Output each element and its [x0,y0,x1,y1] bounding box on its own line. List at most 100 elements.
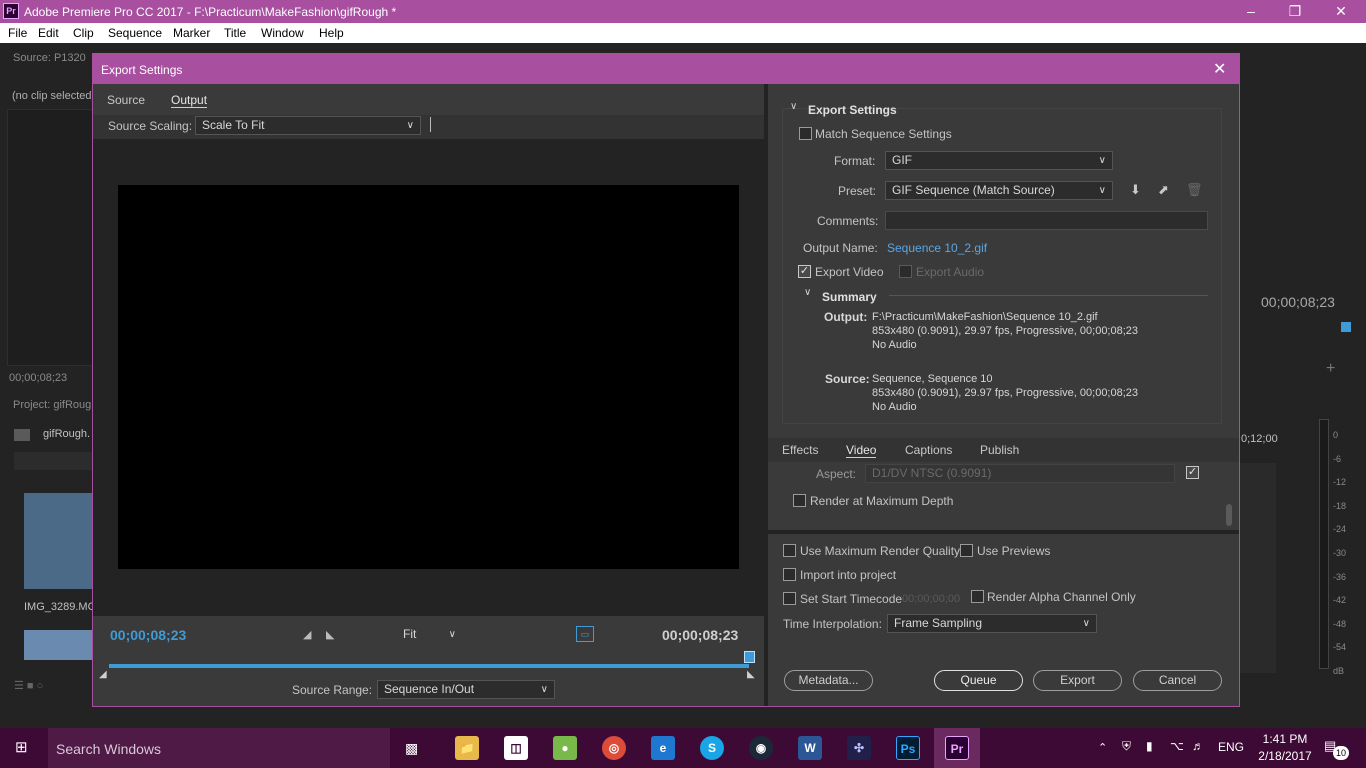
project-search-input[interactable] [14,452,94,470]
close-window-button[interactable]: ✕ [1318,0,1364,23]
tab-source[interactable]: Source [107,93,145,107]
audio-meter-scale: 0 -6 -12 -18 -24 -30 -36 -42 -48 -54 dB [1333,430,1347,676]
premiere-icon[interactable]: Pr [945,736,969,760]
windows-start-icon[interactable]: ⊞ [15,740,33,756]
export-audio-checkbox[interactable] [899,265,912,278]
steam-icon[interactable]: ◉ [749,736,773,760]
skype-icon[interactable]: S [700,736,724,760]
add-icon[interactable]: + [1326,360,1335,378]
restore-button[interactable]: ❐ [1272,0,1318,23]
settings-scrollbar[interactable] [1226,504,1232,526]
import-into-project-checkbox[interactable] [783,568,796,581]
menu-edit[interactable]: Edit [38,26,59,40]
aspect-dropdown[interactable]: D1/DV NTSC (0.9091) [865,464,1175,483]
source-panel-label[interactable]: Source: P1320 [13,52,86,64]
summary-chevron-icon[interactable]: ∨ [804,287,811,298]
timecode-in[interactable]: 00;00;08;23 [110,627,186,643]
project-panel-label[interactable]: Project: gifRough [13,399,97,411]
playhead-marker[interactable] [1341,322,1351,332]
gaming-app-icon[interactable]: ● [553,736,577,760]
vector-app-icon[interactable]: ✣ [847,736,871,760]
chrome-icon[interactable]: ◎ [602,736,626,760]
metadata-button[interactable]: Metadata... [784,670,873,691]
output-name-link[interactable]: Sequence 10_2.gif [887,241,987,255]
window-titlebar: Pr Adobe Premiere Pro CC 2017 - F:\Pract… [0,0,1366,23]
menu-help[interactable]: Help [319,26,344,40]
import-preset-icon[interactable]: ⬈ [1158,182,1169,198]
video-preview [118,185,739,569]
aspect-checkbox[interactable]: ✓ [1186,466,1199,479]
source-range-label: Source Range: [292,683,373,697]
no-clip-label: (no clip selected) [12,90,96,102]
menu-clip[interactable]: Clip [73,26,94,40]
export-button[interactable]: Export [1033,670,1122,691]
delete-preset-icon[interactable]: 🗑 [1186,182,1203,198]
time-interpolation-label: Time Interpolation: [783,617,882,631]
render-alpha-checkbox[interactable] [971,590,984,603]
clock[interactable]: 1:41 PM 2/18/2017 [1255,731,1315,765]
clip-thumbnail-2[interactable] [24,630,94,660]
tab-video[interactable]: Video [846,443,877,458]
comments-input[interactable] [885,211,1208,230]
export-video-checkbox[interactable]: ✓ [798,265,811,278]
render-max-depth-checkbox[interactable] [793,494,806,507]
minimize-button[interactable]: – [1228,0,1274,23]
start-timecode-input[interactable]: 00;00;00;00 [902,593,960,605]
source-scaling-dropdown[interactable]: Scale To Fit ∨ [195,116,421,135]
wifi-icon[interactable]: ⌥ [1170,739,1184,753]
scaling-bar [93,115,764,139]
menu-marker[interactable]: Marker [173,26,210,40]
task-view-icon[interactable]: ▩ [405,740,418,757]
word-icon[interactable]: W [798,736,822,760]
menu-sequence[interactable]: Sequence [108,26,162,40]
file-explorer-icon[interactable]: 📁 [455,736,479,760]
out-point-handle[interactable]: ◣ [747,669,755,680]
tab-publish[interactable]: Publish [980,443,1019,457]
preset-label: Preset: [838,184,877,198]
timeline-range-bar[interactable] [109,664,749,668]
menu-file[interactable]: File [8,26,27,40]
collapse-chevron-icon[interactable]: ∨ [790,101,797,112]
save-preset-icon[interactable]: ⬇ [1130,182,1141,198]
store-icon[interactable]: ◫ [504,736,528,760]
import-into-project-label: Import into project [800,568,897,582]
clip-name: IMG_3289.MC [24,601,96,613]
zoom-fit-dropdown[interactable]: Fit ∨ [396,625,463,644]
export-settings-heading: Export Settings [808,103,897,117]
tab-effects[interactable]: Effects [782,443,818,457]
source-range-dropdown[interactable]: Sequence In/Out ∨ [377,680,555,699]
clip-thumbnail[interactable] [24,493,94,589]
format-dropdown[interactable]: GIF ∨ [885,151,1113,170]
menu-window[interactable]: Window [261,26,304,40]
notification-count-badge: 10 [1333,746,1349,760]
project-view-icons[interactable]: ☰ ■ ○ [14,679,84,692]
preset-dropdown[interactable]: GIF Sequence (Match Source) ∨ [885,181,1113,200]
show-hidden-icons[interactable]: ⌃ [1098,741,1107,754]
volume-icon[interactable]: ♬ [1192,739,1204,753]
playhead-handle[interactable] [744,651,755,663]
queue-button[interactable]: Queue [934,670,1023,691]
menu-title[interactable]: Title [224,26,246,40]
max-render-quality-checkbox[interactable] [783,544,796,557]
clock-time: 1:41 PM [1262,732,1308,746]
use-previews-checkbox[interactable] [960,544,973,557]
tab-captions[interactable]: Captions [905,443,952,457]
set-in-point-icon[interactable]: ◢ [303,628,311,641]
set-start-timecode-checkbox[interactable] [783,592,796,605]
battery-icon[interactable]: ▮ [1146,739,1153,753]
aspect-label: Aspect: [816,467,857,481]
security-icon[interactable]: ⛨ [1122,739,1131,754]
search-box[interactable]: Search Windows [48,728,390,768]
in-point-handle[interactable]: ◢ [99,669,107,680]
close-dialog-icon[interactable]: ✕ [1213,59,1226,79]
match-sequence-checkbox[interactable] [799,127,812,140]
cancel-button[interactable]: Cancel [1133,670,1222,691]
photoshop-icon[interactable]: Ps [896,736,920,760]
edge-icon[interactable]: e [651,736,675,760]
language-indicator[interactable]: ENG [1218,740,1244,754]
set-out-point-icon[interactable]: ◣ [326,628,334,641]
aspect-correction-icon[interactable]: ▭ [576,626,594,642]
time-interpolation-dropdown[interactable]: Frame Sampling ∨ [887,614,1097,633]
tab-output[interactable]: Output [171,93,208,108]
comments-label: Comments: [817,214,879,228]
